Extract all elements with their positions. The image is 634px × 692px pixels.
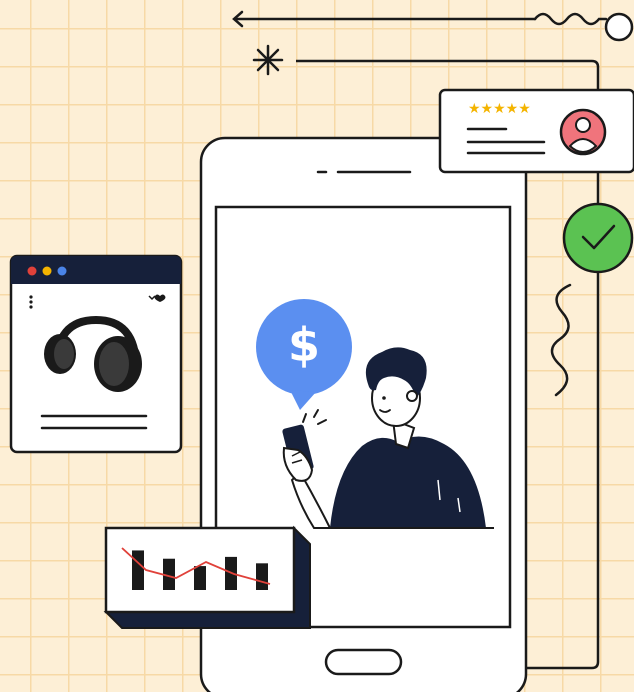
user-avatar-icon — [559, 108, 607, 156]
window-dot-red — [27, 266, 37, 276]
rating-stars: ★★★★★ — [468, 101, 531, 117]
kebab-menu-icon — [29, 295, 33, 309]
bar-chart-card — [103, 525, 311, 629]
chart-bar — [194, 566, 206, 590]
window-dot-blue — [57, 266, 67, 276]
sparkle-icon — [252, 44, 284, 76]
top-arrow-connector — [232, 10, 634, 42]
check-icon — [562, 202, 634, 274]
product-window — [9, 254, 183, 454]
window-dot-yellow — [42, 266, 52, 276]
chart-bar — [132, 550, 144, 590]
squiggle-decoration — [550, 283, 572, 397]
dollar-icon: $ — [287, 318, 320, 372]
chart-bar — [256, 563, 268, 590]
home-button — [324, 648, 403, 676]
